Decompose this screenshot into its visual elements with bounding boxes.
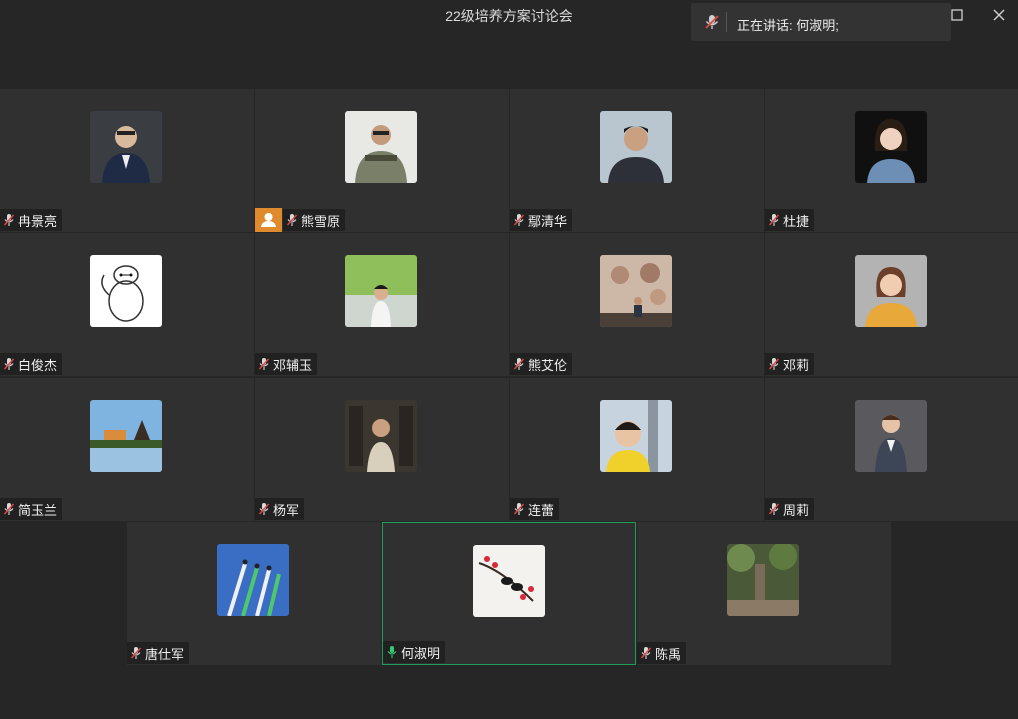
avatar bbox=[855, 255, 927, 327]
avatar bbox=[855, 400, 927, 472]
avatar bbox=[345, 111, 417, 183]
participant-name: 连蕾 bbox=[528, 502, 555, 518]
avatar bbox=[600, 255, 672, 327]
avatar bbox=[345, 400, 417, 472]
participant-name: 鄢清华 bbox=[528, 213, 568, 229]
participant-name: 陈禹 bbox=[655, 646, 682, 662]
participant-name: 冉景亮 bbox=[18, 213, 58, 229]
mic-muted-icon bbox=[513, 214, 525, 226]
name-bar: 简玉兰 bbox=[0, 498, 63, 520]
avatar bbox=[345, 255, 417, 327]
name-bar: 熊艾伦 bbox=[510, 353, 573, 375]
name-bar: 熊雪原 bbox=[283, 209, 346, 231]
avatar bbox=[473, 545, 545, 617]
participant-tile[interactable]: 简玉兰 bbox=[0, 378, 254, 521]
speaking-label: 正在讲话: 何淑明; bbox=[737, 18, 839, 33]
participant-name: 白俊杰 bbox=[18, 357, 58, 373]
name-bar: 陈禹 bbox=[637, 642, 687, 664]
participant-tile[interactable]: 冉景亮 bbox=[0, 89, 254, 232]
participant-name: 何淑明 bbox=[401, 645, 441, 661]
participant-tile[interactable]: 熊艾伦 bbox=[510, 233, 764, 376]
name-bar: 白俊杰 bbox=[0, 353, 63, 375]
avatar bbox=[217, 544, 289, 616]
close-icon[interactable] bbox=[990, 6, 1008, 24]
avatar bbox=[855, 111, 927, 183]
name-bar: 杜捷 bbox=[765, 209, 815, 231]
speaking-indicator: 正在讲话: 何淑明; bbox=[691, 3, 951, 41]
avatar bbox=[727, 544, 799, 616]
mic-muted-icon bbox=[513, 503, 525, 515]
name-bar: 鄢清华 bbox=[510, 209, 573, 231]
avatar bbox=[90, 255, 162, 327]
host-user-icon bbox=[261, 213, 276, 227]
mic-muted-icon bbox=[3, 214, 15, 226]
participant-name: 杨军 bbox=[273, 502, 300, 518]
avatar bbox=[600, 400, 672, 472]
participant-tile[interactable]: 连蕾 bbox=[510, 378, 764, 521]
divider bbox=[726, 12, 727, 32]
mic-muted-icon bbox=[3, 503, 15, 515]
avatar bbox=[90, 400, 162, 472]
participant-name: 熊艾伦 bbox=[528, 357, 568, 373]
name-bar: 连蕾 bbox=[510, 498, 560, 520]
participant-name: 邓辅玉 bbox=[273, 357, 313, 373]
participant-tile[interactable]: 杨军 bbox=[255, 378, 509, 521]
participant-name: 邓莉 bbox=[783, 357, 810, 373]
participant-tile[interactable]: 周莉 bbox=[765, 378, 1018, 521]
participant-tile[interactable]: 邓莉 bbox=[765, 233, 1018, 376]
mic-active-icon bbox=[387, 646, 397, 658]
participant-tile[interactable]: 陈禹 bbox=[637, 522, 891, 665]
participant-tile[interactable]: 何淑明 bbox=[382, 522, 636, 665]
avatar bbox=[600, 111, 672, 183]
participant-tile[interactable]: 杜捷 bbox=[765, 89, 1018, 232]
participant-name: 周莉 bbox=[783, 502, 810, 518]
mic-muted-icon bbox=[705, 15, 719, 29]
participant-tile[interactable]: 熊雪原 bbox=[255, 89, 509, 232]
avatar bbox=[90, 111, 162, 183]
mic-muted-icon bbox=[768, 358, 780, 370]
participant-tile[interactable]: 唐仕军 bbox=[127, 522, 381, 665]
participant-name: 唐仕军 bbox=[145, 646, 185, 662]
name-bar: 邓辅玉 bbox=[255, 353, 318, 375]
mic-muted-icon bbox=[768, 214, 780, 226]
host-badge bbox=[255, 208, 282, 232]
mic-muted-icon bbox=[130, 647, 142, 659]
name-bar: 唐仕军 bbox=[127, 642, 190, 664]
mic-muted-icon bbox=[286, 214, 298, 226]
mic-muted-icon bbox=[3, 358, 15, 370]
name-bar: 邓莉 bbox=[765, 353, 815, 375]
mic-muted-icon bbox=[513, 358, 525, 370]
mic-muted-icon bbox=[768, 503, 780, 515]
name-bar: 何淑明 bbox=[383, 641, 446, 663]
mic-muted-icon bbox=[258, 503, 270, 515]
participant-tile[interactable]: 鄢清华 bbox=[510, 89, 764, 232]
name-bar: 冉景亮 bbox=[0, 209, 63, 231]
name-bar: 杨军 bbox=[255, 498, 305, 520]
participant-name: 熊雪原 bbox=[301, 213, 341, 229]
mic-muted-icon bbox=[640, 647, 652, 659]
participant-tile[interactable]: 邓辅玉 bbox=[255, 233, 509, 376]
mic-muted-icon bbox=[258, 358, 270, 370]
participant-name: 简玉兰 bbox=[18, 502, 58, 518]
maximize-icon[interactable] bbox=[948, 6, 966, 24]
participant-tile[interactable]: 白俊杰 bbox=[0, 233, 254, 376]
name-bar: 周莉 bbox=[765, 498, 815, 520]
participant-name: 杜捷 bbox=[783, 213, 810, 229]
